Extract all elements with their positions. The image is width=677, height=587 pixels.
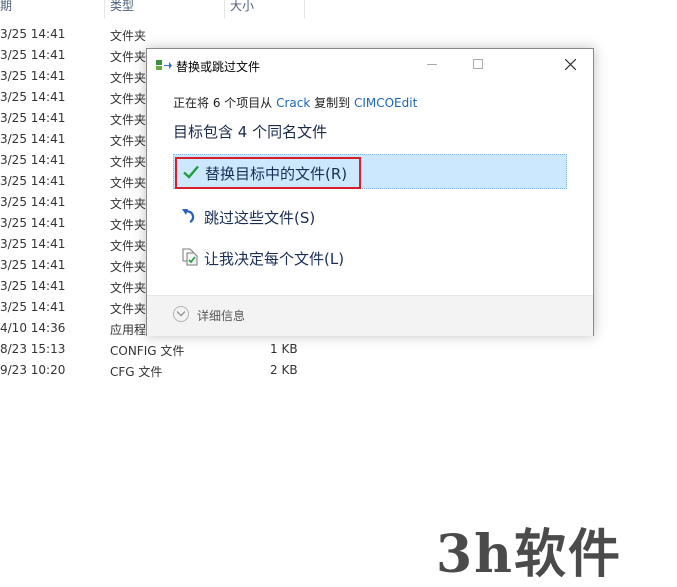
file-type: 文件夹 (110, 197, 147, 211)
file-date: 3/25 14:41 (0, 27, 66, 41)
column-header-size[interactable]: 大小 (230, 0, 305, 18)
file-type: 文件夹 (110, 155, 147, 169)
dialog-footer: 详细信息 (147, 295, 593, 336)
file-date: 3/25 14:41 (0, 258, 66, 272)
file-type: CFG 文件 (110, 365, 163, 379)
file-row[interactable]: 9/23 10:20 CFG 文件 2 KB (0, 360, 677, 381)
file-type: 文件夹 (110, 302, 147, 316)
file-type: 文件夹 (110, 71, 147, 85)
compare-files-icon (182, 248, 198, 266)
file-type: 文件夹 (110, 176, 147, 190)
file-date: 3/25 14:41 (0, 111, 66, 125)
title-bar[interactable]: 替换或跳过文件 (147, 49, 593, 80)
column-header-date[interactable]: 期 (0, 0, 105, 18)
copy-status-text: 正在将 6 个项目从 Crack 复制到 CIMCOEdit (173, 94, 417, 111)
file-date: 8/23 15:13 (0, 342, 66, 356)
file-date: 3/25 14:41 (0, 90, 66, 104)
details-label[interactable]: 详细信息 (197, 307, 245, 324)
file-type: 文件夹 (110, 218, 147, 232)
file-date: 3/25 14:41 (0, 69, 66, 83)
file-type: CONFIG 文件 (110, 344, 185, 358)
file-date: 3/25 14:41 (0, 300, 66, 314)
file-date: 3/25 14:41 (0, 48, 66, 62)
file-date: 3/25 14:41 (0, 195, 66, 209)
file-type: 文件夹 (110, 134, 147, 148)
file-type: 文件夹 (110, 113, 147, 127)
dialog-title: 替换或跳过文件 (176, 60, 261, 74)
file-date: 3/25 14:41 (0, 237, 66, 251)
file-size: 1 KB (270, 342, 298, 356)
close-icon (565, 59, 576, 70)
watermark-logo: 3h软件 (436, 524, 622, 585)
destination-folder-link[interactable]: CIMCOEdit (354, 96, 417, 110)
skip-files-option[interactable]: 跳过这些文件(S) (173, 199, 565, 232)
file-date: 3/25 14:41 (0, 132, 66, 146)
file-type: 文件夹 (110, 239, 147, 253)
expand-details-button[interactable] (173, 306, 189, 322)
close-button[interactable] (547, 49, 593, 80)
file-size: 2 KB (270, 363, 298, 377)
chevron-down-icon (177, 311, 185, 317)
replace-or-skip-dialog: 替换或跳过文件 正在将 6 个项目从 Crack 复制到 CIMCOEdit 目… (146, 48, 594, 336)
file-type: 文件夹 (110, 281, 147, 295)
copy-middle: 复制到 (310, 96, 354, 110)
copy-prefix: 正在将 6 个项目从 (173, 96, 277, 110)
source-folder-link[interactable]: Crack (276, 96, 310, 110)
column-header-type[interactable]: 类型 (110, 0, 225, 18)
skip-arrow-icon (182, 209, 195, 223)
file-row[interactable]: 8/23 15:13 CONFIG 文件 1 KB (0, 339, 677, 360)
file-date: 3/25 14:41 (0, 153, 66, 167)
file-date: 3/25 14:41 (0, 216, 66, 230)
maximize-button[interactable] (455, 49, 501, 80)
file-type: 文件夹 (110, 260, 147, 274)
file-type: 文件夹 (110, 92, 147, 106)
file-date: 3/25 14:41 (0, 279, 66, 293)
file-date: 3/25 14:41 (0, 174, 66, 188)
file-row[interactable]: 3/25 14:41 文件夹 (0, 24, 677, 45)
decide-each-file-option[interactable]: 让我决定每个文件(L) (173, 240, 565, 273)
minimize-button[interactable] (409, 49, 455, 80)
file-type: 文件夹 (110, 50, 147, 64)
skip-files-label: 跳过这些文件(S) (204, 209, 316, 227)
copy-arrow-icon (156, 60, 172, 70)
file-date: 4/10 14:36 (0, 321, 66, 335)
decide-each-file-label: 让我决定每个文件(L) (204, 250, 345, 268)
file-date: 9/23 10:20 (0, 363, 66, 377)
file-type: 文件夹 (110, 29, 147, 43)
conflict-headline: 目标包含 4 个同名文件 (173, 123, 328, 141)
annotation-highlight-box (175, 157, 361, 189)
